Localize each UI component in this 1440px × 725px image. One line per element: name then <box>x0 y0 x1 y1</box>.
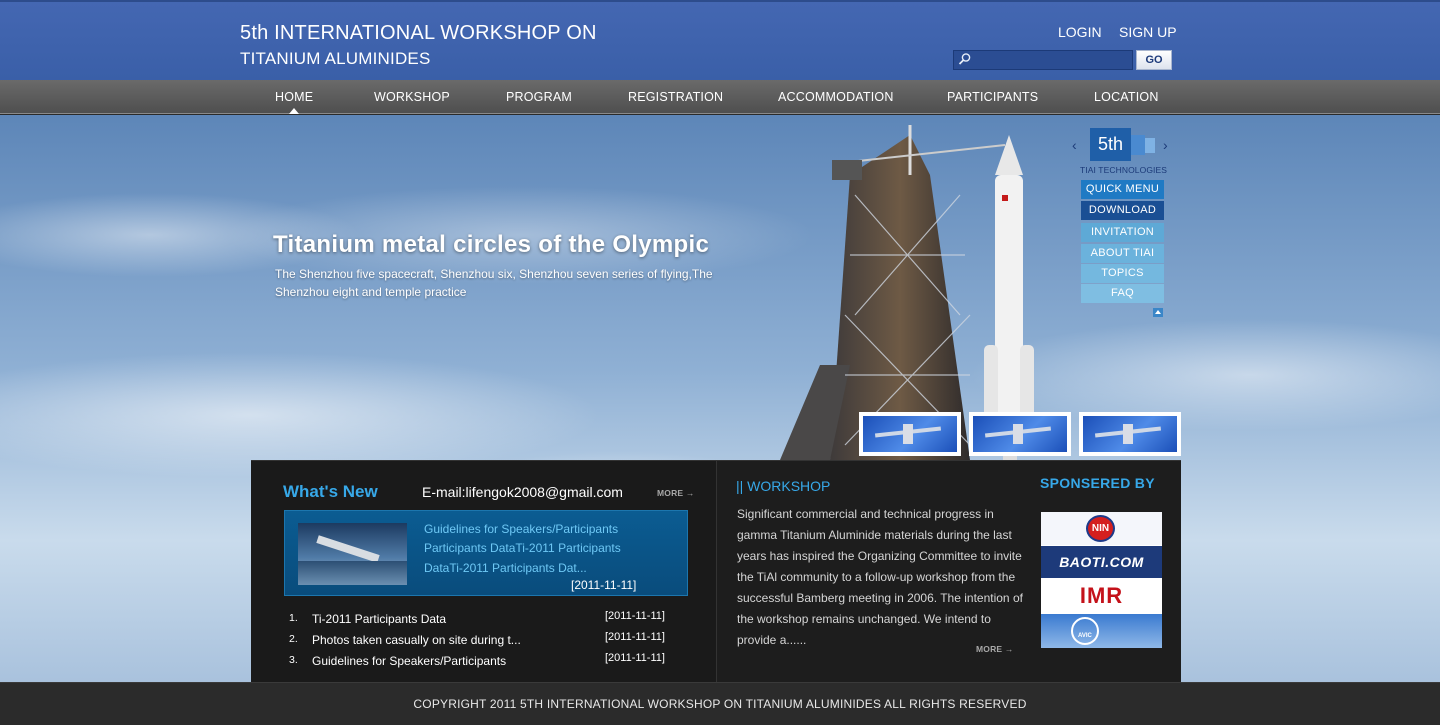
nav-item-registration[interactable]: REGISTRATION <box>628 90 723 104</box>
sponsor-logo-baoti[interactable]: BAOTI.COM <box>1041 546 1162 578</box>
whats-new-title: What's New <box>283 482 378 501</box>
site-title-line2: TITANIUM ALUMINIDES <box>240 49 431 68</box>
hero-title: Titanium metal circles of the Olympic <box>273 231 710 258</box>
workshop-title: || WORKSHOP <box>736 478 831 494</box>
space-station-thumbnail-image <box>863 416 957 452</box>
list-item[interactable]: 1. Ti-2011 Participants Data [2011-11-11… <box>289 610 689 630</box>
quick-menu-next-arrow[interactable]: › <box>1163 137 1168 153</box>
list-item-date: [2011-11-11] <box>605 631 665 643</box>
copyright-text: COPYRIGHT 2011 5TH INTERNATIONAL WORKSHO… <box>413 697 1027 711</box>
list-item-date: [2011-11-11] <box>605 652 665 664</box>
list-item[interactable]: 3. Guidelines for Speakers/Participants … <box>289 652 689 672</box>
spacecraft-news-image <box>298 523 407 585</box>
list-item-title[interactable]: Ti-2011 Participants Data <box>312 612 446 626</box>
sponsor-logo-imr[interactable]: IMR <box>1041 579 1162 613</box>
contact-email[interactable]: E-mail:lifengok2008@gmail.com <box>422 484 623 500</box>
slide-thumbnail-1[interactable] <box>859 412 961 456</box>
workshop-more-link[interactable]: MORE → <box>976 644 1014 654</box>
space-station-thumbnail-image <box>973 416 1067 452</box>
avic-logo-icon <box>1071 617 1099 645</box>
site-title[interactable]: 5th INTERNATIONAL WORKSHOP ON TITANIUM A… <box>240 20 597 72</box>
list-item[interactable]: 2. Photos taken casually on site during … <box>289 631 689 651</box>
nav-item-participants[interactable]: PARTICIPANTS <box>947 90 1038 104</box>
active-nav-indicator <box>289 108 299 114</box>
quick-menu-download[interactable]: DOWNLOAD <box>1081 201 1164 220</box>
nav-item-accommodation[interactable]: ACCOMMODATION <box>778 90 894 104</box>
avic-logo-label: AVIC <box>1078 633 1092 639</box>
quick-menu-faq[interactable]: FAQ <box>1081 284 1164 303</box>
workshop-text: Significant commercial and technical pro… <box>737 507 1023 647</box>
quick-menu-header: QUICK MENU <box>1081 180 1164 199</box>
quick-menu-badge: 5th <box>1090 128 1131 161</box>
sponsor-logos: NIN BAOTI.COM IMR AVIC <box>1041 512 1162 648</box>
slide-thumbnail-2[interactable] <box>969 412 1071 456</box>
whats-new-section: What's New E-mail:lifengok2008@gmail.com… <box>251 461 717 683</box>
sponsors-title: SPONSERED BY <box>1040 475 1155 491</box>
list-item-number: 2. <box>289 633 298 645</box>
badge-decoration <box>1131 135 1145 155</box>
signup-link[interactable]: SIGN UP <box>1119 24 1177 40</box>
quick-menu-about-tiai[interactable]: ABOUT TIAI <box>1081 244 1164 263</box>
list-item-title[interactable]: Photos taken casually on site during t..… <box>312 633 521 647</box>
go-button[interactable]: GO <box>1136 50 1172 70</box>
quick-menu-prev-arrow[interactable]: ‹ <box>1072 137 1077 153</box>
site-title-line1: 5th INTERNATIONAL WORKSHOP ON <box>240 22 597 44</box>
search-input[interactable] <box>974 52 1129 68</box>
list-item-title[interactable]: Guidelines for Speakers/Participants <box>312 654 506 668</box>
quick-menu-topics[interactable]: TOPICS <box>1081 264 1164 283</box>
login-link[interactable]: LOGIN <box>1058 24 1102 40</box>
sponsor-logo-nin[interactable]: NIN <box>1041 512 1162 545</box>
nav-item-home[interactable]: HOME <box>275 90 313 104</box>
rocket-launch-tower-image <box>780 125 1034 460</box>
quick-menu-invitation[interactable]: INVITATION <box>1081 223 1164 242</box>
nav-item-location[interactable]: LOCATION <box>1094 90 1159 104</box>
featured-news-line[interactable]: Guidelines for Speakers/Participants <box>424 522 618 536</box>
content-panel: What's New E-mail:lifengok2008@gmail.com… <box>251 460 1181 683</box>
nav-item-program[interactable]: PROGRAM <box>506 90 572 104</box>
search-box[interactable] <box>953 50 1133 70</box>
main-nav: HOME WORKSHOP PROGRAM REGISTRATION ACCOM… <box>0 80 1440 114</box>
nin-logo-icon: NIN <box>1086 515 1115 542</box>
search-icon <box>958 53 971 65</box>
hero-description: The Shenzhou five spacecraft, Shenzhou s… <box>275 267 713 299</box>
list-item-number: 1. <box>289 612 298 624</box>
space-station-thumbnail-image <box>1083 416 1177 452</box>
scroll-top-icon[interactable] <box>1153 308 1163 317</box>
featured-news-date: [2011-11-11] <box>571 578 637 592</box>
site-footer: COPYRIGHT 2011 5TH INTERNATIONAL WORKSHO… <box>0 682 1440 725</box>
site-header: 5th INTERNATIONAL WORKSHOP ON TITANIUM A… <box>0 0 1440 80</box>
badge-decoration <box>1145 138 1155 153</box>
nav-item-workshop[interactable]: WORKSHOP <box>374 90 450 104</box>
featured-news-line[interactable]: Participants DataTi-2011 Participants <box>424 541 621 555</box>
quick-menu-subtitle: TIAI TECHNOLOGIES <box>1080 165 1168 175</box>
list-item-date: [2011-11-11] <box>605 610 665 622</box>
sponsor-logo-avic[interactable]: AVIC <box>1041 614 1162 648</box>
featured-news[interactable]: Guidelines for Speakers/Participants Par… <box>284 510 688 596</box>
featured-news-line[interactable]: DataTi-2011 Participants Dat... <box>424 561 587 575</box>
whats-new-more-link[interactable]: MORE → <box>657 488 695 498</box>
slide-thumbnail-3[interactable] <box>1079 412 1181 456</box>
list-item-number: 3. <box>289 654 298 666</box>
